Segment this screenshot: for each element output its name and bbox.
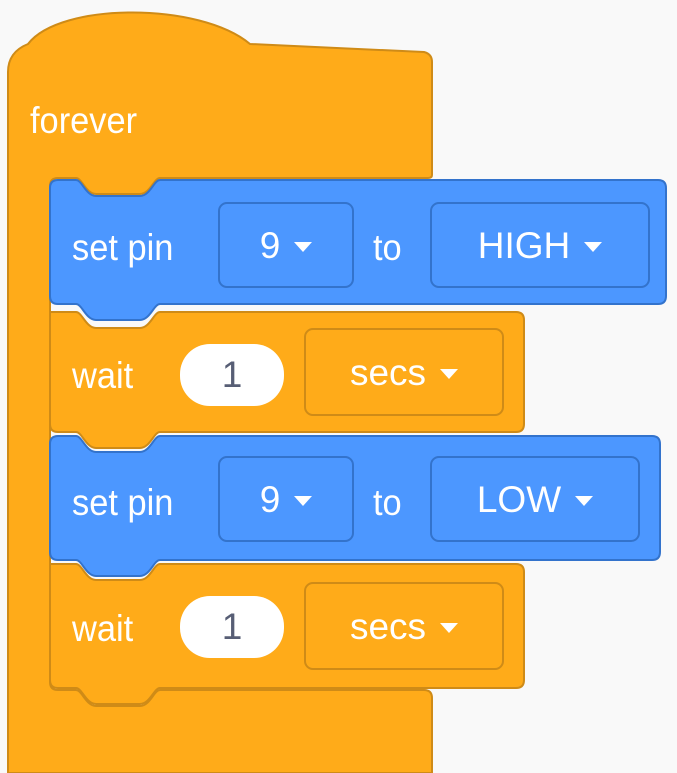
pin-state-dropdown[interactable]: HIGH (430, 202, 650, 288)
wait-duration-input[interactable]: 1 (180, 596, 284, 658)
to-label: to (373, 482, 402, 523)
wait-label: wait (72, 355, 134, 396)
wait-duration-input[interactable]: 1 (180, 344, 284, 406)
time-unit-dropdown[interactable]: secs (304, 582, 504, 670)
caret-down-icon (294, 496, 313, 506)
caret-down-icon (440, 623, 459, 633)
wait-label: wait (72, 608, 134, 649)
caret-down-icon (440, 369, 459, 379)
pin-state-value: HIGH (477, 224, 571, 266)
caret-down-icon (575, 496, 594, 506)
caret-down-icon (294, 242, 313, 252)
pin-value: 9 (259, 478, 281, 520)
pin-state-dropdown[interactable]: LOW (430, 456, 640, 542)
pin-dropdown[interactable]: 9 (218, 202, 354, 288)
pin-state-value: LOW (476, 478, 562, 520)
time-unit-dropdown[interactable]: secs (304, 328, 504, 416)
time-unit-value: secs (349, 605, 427, 647)
forever-label: forever (30, 100, 138, 141)
caret-down-icon (584, 242, 603, 252)
set-pin-label: set pin (72, 482, 174, 523)
pin-value: 9 (259, 224, 281, 266)
to-label: to (373, 227, 402, 268)
time-unit-value: secs (349, 351, 427, 393)
set-pin-label: set pin (72, 227, 174, 268)
pin-dropdown[interactable]: 9 (218, 456, 354, 542)
